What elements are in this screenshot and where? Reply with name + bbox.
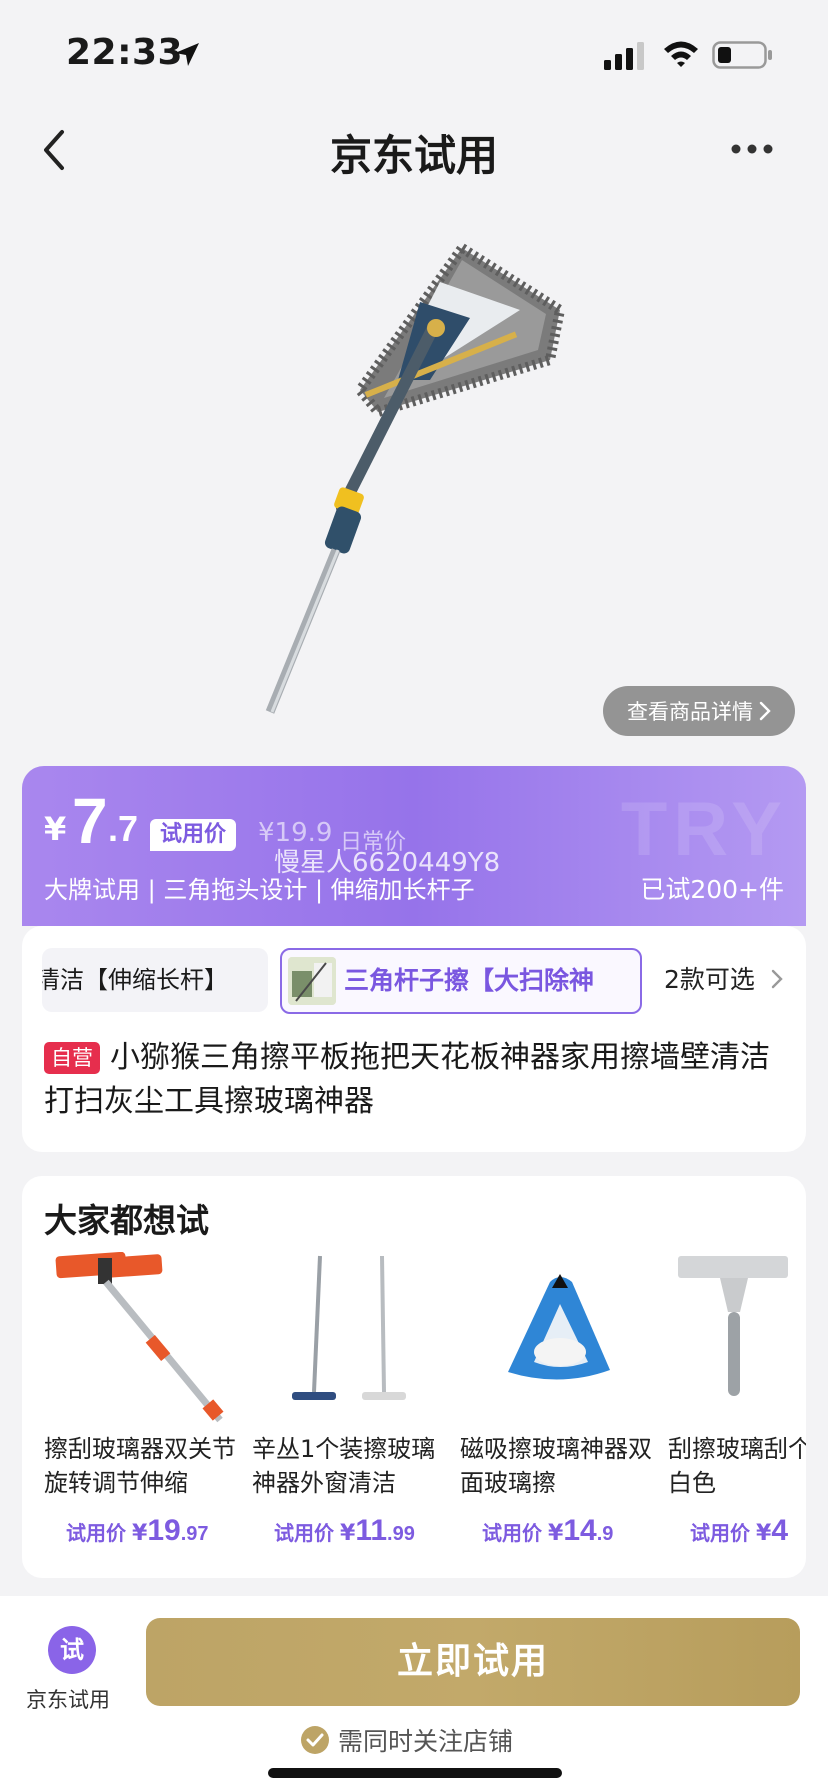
product-title: 小猕猴三角擦平板拖把天花板神器家用擦墙壁清洁打扫灰尘工具擦玻璃神器 [44, 1040, 770, 1119]
product-thumbnail [292, 1255, 406, 1400]
recommended-product-price: 试用价 ¥11.99 [274, 1514, 415, 1547]
status-time: 22:33 [66, 32, 184, 73]
variant-count[interactable]: 2款可选 [664, 948, 755, 1012]
page-title: 京东试用 [329, 131, 498, 180]
recommended-product-name: 磁吸擦玻璃神器双面玻璃擦 [460, 1435, 652, 1497]
chevron-right-icon [759, 701, 771, 721]
recommended-product[interactable]: 擦刮玻璃器双关节旋转调节伸缩 试用价 ¥19.97 [44, 1252, 244, 1572]
recommended-product-price: 试用价 ¥4 [690, 1514, 788, 1547]
location-arrow-icon [175, 43, 199, 66]
product-thumbnail [55, 1252, 224, 1423]
jd-try-label[interactable]: 京东试用 [26, 1684, 110, 1714]
try-now-button[interactable]: 立即试用 [146, 1618, 800, 1706]
follow-store-notice[interactable]: 需同时关注店铺 [300, 1722, 513, 1758]
product-thumbnail [678, 1256, 788, 1396]
variant-option[interactable]: 清洁【伸缩长杆】 [42, 948, 268, 1012]
home-indicator [268, 1768, 562, 1778]
recommendations-title: 大家都想试 [44, 1201, 209, 1240]
view-details-label: 查看商品详情 [627, 700, 753, 724]
recommended-product-price: 试用价 ¥14.9 [482, 1514, 614, 1547]
recommended-product[interactable]: 辛丛1个装擦玻璃神器外窗清洁 试用价 ¥11.99 [252, 1252, 452, 1572]
check-circle-icon[interactable] [300, 1725, 330, 1755]
recommended-product-name: 擦刮玻璃器双关节旋转调节伸缩 [44, 1435, 236, 1497]
tried-count: 已试200+件 [640, 875, 784, 904]
product-info-card: 清洁【伸缩长杆】 三角杆子擦【大扫除神 2款可选 自营 小猕猴三角擦平板拖把天花… [22, 926, 806, 1152]
chevron-right-icon [771, 969, 783, 989]
variant-option-label: 清洁【伸缩长杆】 [42, 966, 228, 994]
bottom-action-bar: 试 京东试用 立即试用 需同时关注店铺 [0, 1596, 828, 1792]
try-watermark: TRY [620, 787, 788, 872]
variant-option-selected[interactable]: 三角杆子擦【大扫除神 [280, 948, 642, 1014]
follow-store-label: 需同时关注店铺 [338, 1727, 514, 1756]
triangle-mop-illustration [265, 241, 566, 714]
price-decimal: .7 [108, 808, 139, 849]
trial-price-tag: 试用价 [150, 819, 237, 851]
recommendations-section: 大家都想试 擦刮玻璃器双关节旋转调节伸缩 试用价 ¥19.97 辛丛1个装擦玻璃神… [22, 1176, 806, 1578]
recommended-product[interactable]: 刮擦玻璃刮个装灰白色 试用价¥4 [668, 1252, 806, 1572]
status-bar: 22:33 [0, 0, 828, 100]
price-integer: 7 [72, 785, 108, 857]
variant-option-selected-label: 三角杆子擦【大扫除神 [344, 966, 595, 995]
nav-bar: 京东试用 [0, 110, 828, 190]
product-thumbnail [508, 1274, 610, 1380]
feature-highlights: 大牌试用 | 三角拖头设计 | 伸缩加长杆子 [44, 876, 475, 904]
product-hero-image[interactable] [0, 190, 828, 770]
recommended-product-price: 试用价 ¥19.97 [66, 1514, 209, 1547]
price-currency: ¥ [44, 810, 67, 848]
price-banner: TRY ¥ 7 .7 试用价 ¥19.9 日常价 慢星人6620449Y8 大牌… [22, 766, 806, 926]
recommended-product[interactable]: 磁吸擦玻璃神器双面玻璃擦 试用价 ¥14.9 [460, 1252, 660, 1572]
wifi-icon [664, 41, 698, 67]
variant-thumbnail [288, 957, 336, 1005]
recommended-product-name: 刮擦玻璃刮个装灰白色 [668, 1435, 806, 1497]
view-product-details-button[interactable]: 查看商品详情 [603, 686, 795, 736]
more-options-icon[interactable] [728, 134, 776, 164]
recommended-product-name: 辛丛1个装擦玻璃神器外窗清洁 [252, 1435, 436, 1497]
jd-try-icon[interactable]: 试 [48, 1626, 96, 1674]
battery-icon [712, 41, 772, 69]
cellular-signal-icon [604, 42, 644, 70]
